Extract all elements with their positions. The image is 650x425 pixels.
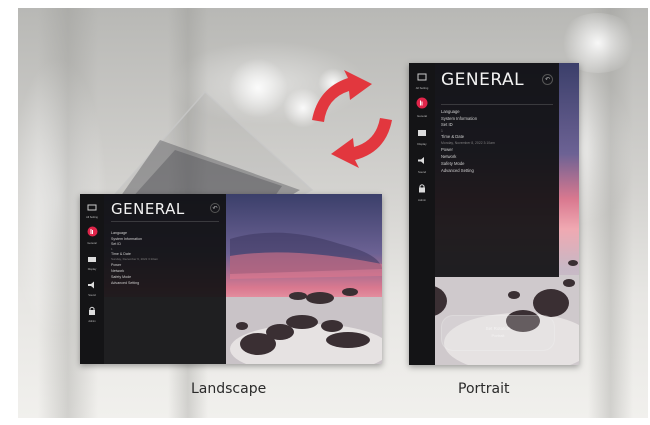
general-settings-panel: GENERAL ↶ Language System Information Se…	[435, 63, 559, 277]
panel-title: GENERAL	[441, 70, 525, 90]
title-divider	[441, 104, 553, 105]
settings-side-nav: All Setting General Display Sound Admin	[409, 63, 435, 365]
menu-item-safety-mode[interactable]: Safety Mode	[441, 160, 495, 167]
nav-sound[interactable]: Sound	[87, 276, 97, 297]
menu-item-power[interactable]: Power	[441, 146, 495, 153]
settings-menu: Language System Information Set ID 1 Tim…	[111, 230, 158, 286]
bokeh-light	[318, 68, 348, 98]
nav-general[interactable]: General	[87, 224, 98, 245]
nav-all-settings[interactable]: All Setting	[86, 198, 98, 219]
nav-admin[interactable]: Admin	[418, 180, 426, 202]
all-settings-icon	[417, 68, 427, 86]
general-icon	[416, 96, 428, 114]
menu-item-system-information[interactable]: System Information	[441, 115, 495, 122]
nav-general[interactable]: General	[416, 96, 428, 118]
bokeh-light	[228, 58, 288, 118]
menu-item-advanced-setting[interactable]: Advanced Setting	[441, 167, 495, 174]
general-settings-panel: GENERAL ↶ Language System Information Se…	[104, 194, 226, 364]
all-settings-icon	[87, 198, 97, 216]
rotation-toast: Set Rotation Portrait	[441, 315, 555, 351]
menu-item-network[interactable]: Network	[441, 153, 495, 160]
sound-icon	[87, 276, 97, 294]
sound-icon	[417, 152, 427, 170]
back-button[interactable]: ↶	[210, 203, 220, 213]
settings-side-nav: All Setting General Display Sound Admin	[80, 194, 104, 364]
menu-item-language[interactable]: Language	[441, 108, 495, 115]
landscape-caption: Landscape	[191, 381, 267, 397]
promo-image: All Setting General Display Sound Admin …	[0, 0, 650, 425]
title-divider	[111, 221, 219, 222]
toast-line-2: Portrait	[491, 333, 505, 338]
panel-title: GENERAL	[111, 200, 185, 218]
menu-item-advanced-setting[interactable]: Advanced Setting	[111, 280, 158, 286]
portrait-caption: Portrait	[458, 381, 510, 397]
landscape-tv-screen: All Setting General Display Sound Admin …	[80, 194, 382, 364]
lock-icon	[88, 302, 96, 320]
bokeh-light	[283, 88, 323, 128]
portrait-tv-screen: All Setting General Display Sound Admin …	[409, 63, 579, 365]
lock-icon	[418, 180, 426, 198]
back-icon: ↶	[212, 205, 218, 212]
general-icon	[87, 224, 98, 242]
back-button[interactable]: ↶	[542, 74, 553, 85]
display-icon	[417, 124, 427, 142]
toast-line-1: Set Rotation	[485, 326, 511, 331]
back-icon: ↶	[544, 77, 551, 83]
nav-display[interactable]: Display	[87, 250, 97, 271]
nav-admin[interactable]: Admin	[88, 302, 96, 323]
nav-all-settings[interactable]: All Setting	[416, 68, 428, 90]
nav-sound[interactable]: Sound	[417, 152, 427, 174]
display-icon	[87, 250, 97, 268]
nav-display[interactable]: Display	[417, 124, 427, 146]
settings-menu: Language System Information Set ID 1 Tim…	[441, 108, 495, 174]
